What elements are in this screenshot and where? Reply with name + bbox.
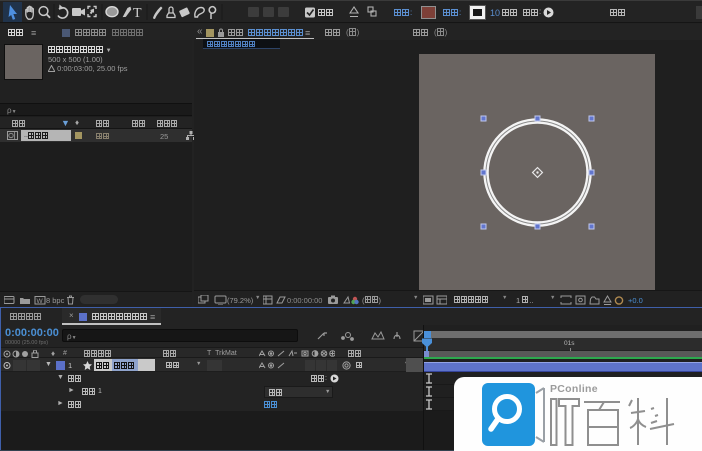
- svg-text:W: W: [37, 298, 44, 305]
- svg-text:T: T: [133, 6, 142, 21]
